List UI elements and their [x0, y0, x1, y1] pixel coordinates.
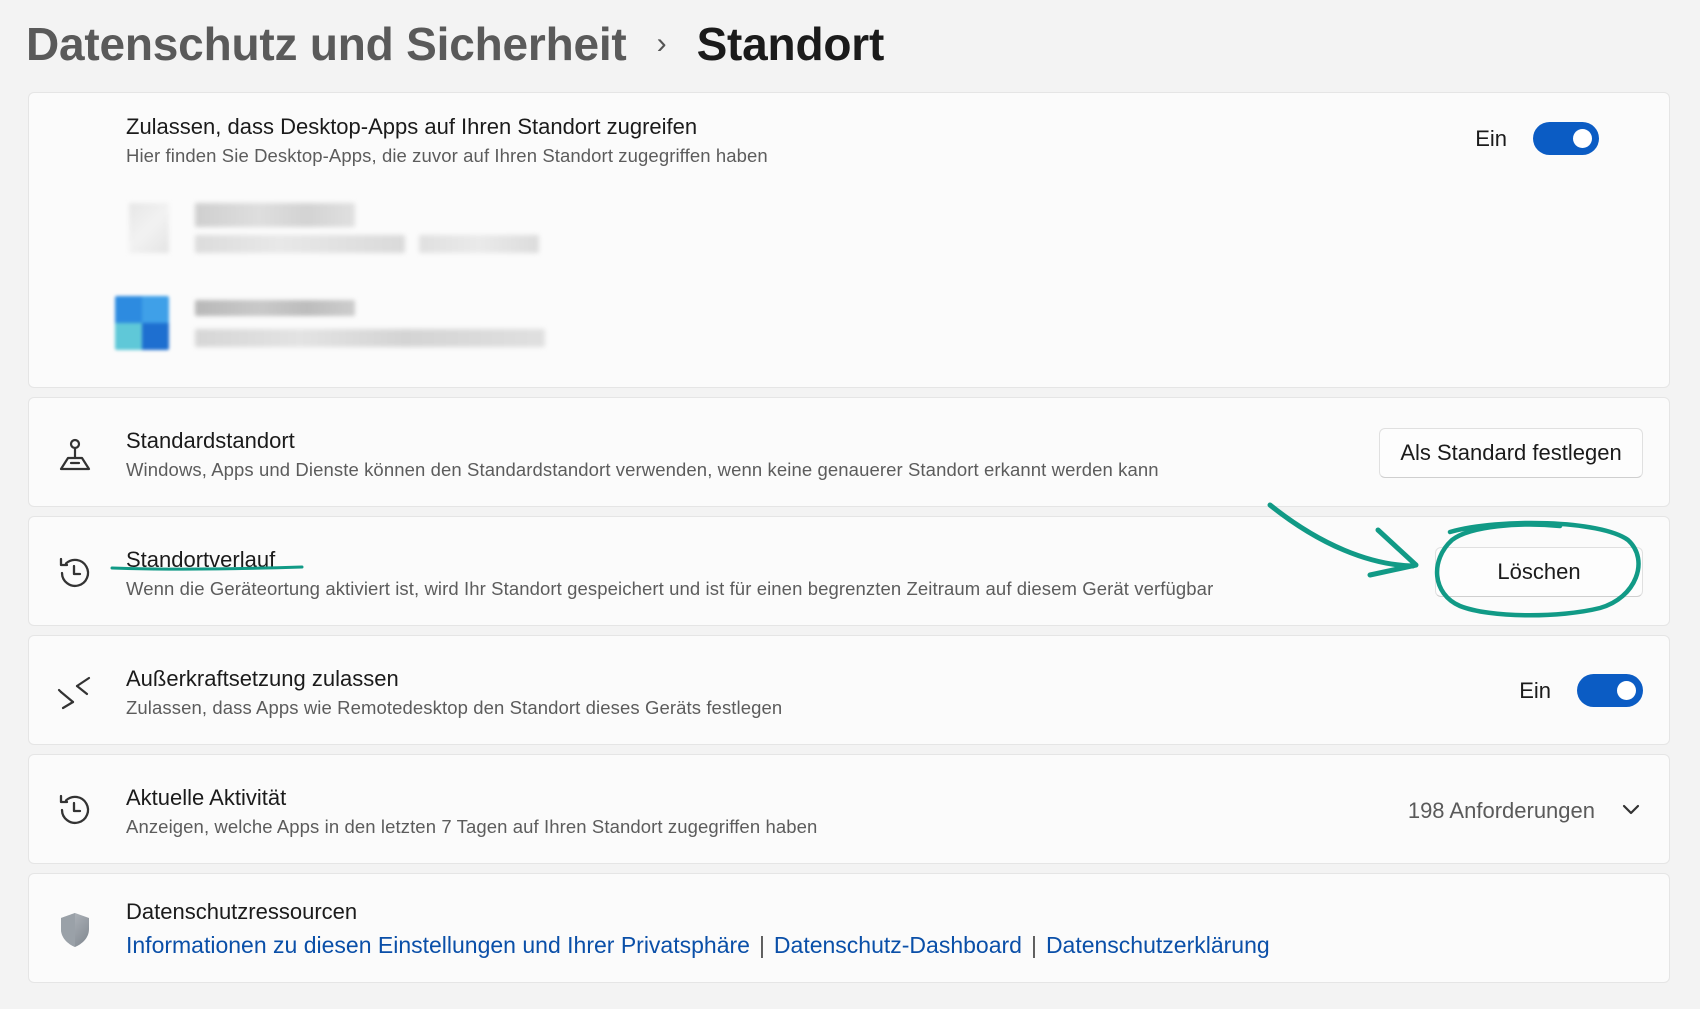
desktop-apps-toggle[interactable] [1533, 122, 1599, 155]
privacy-statement-link[interactable]: Datenschutzerklärung [1046, 932, 1270, 959]
privacy-dashboard-link[interactable]: Datenschutz-Dashboard [774, 932, 1022, 959]
override-toggle[interactable] [1577, 674, 1643, 707]
breadcrumb: Datenschutz und Sicherheit › Standort [26, 14, 884, 74]
toggle-knob [1617, 681, 1636, 700]
location-history-title: Standortverlauf [126, 547, 276, 572]
blurred-app-name [195, 203, 355, 227]
page-title: Standort [696, 18, 885, 70]
recent-activity-description: Anzeigen, welche Apps in den letzten 7 T… [126, 816, 818, 837]
override-toggle-group: Ein [1519, 674, 1643, 707]
privacy-info-link[interactable]: Informationen zu diesen Einstellungen un… [126, 932, 750, 959]
blurred-app-name [195, 300, 355, 316]
chevron-down-icon[interactable] [1619, 797, 1643, 821]
recent-activity-title: Aktuelle Aktivität [126, 785, 287, 810]
remote-arrows-icon [55, 672, 95, 712]
link-separator: | [1030, 932, 1037, 958]
desktop-apps-toggle-group: Ein [1475, 122, 1599, 155]
location-history-card: Standortverlauf Wenn die Geräteortung ak… [28, 516, 1670, 626]
override-card: Außerkraftsetzung zulassen Zulassen, das… [28, 635, 1670, 745]
default-location-title: Standardstandort [126, 428, 295, 453]
desktop-apps-description: Hier finden Sie Desktop-Apps, die zuvor … [126, 145, 768, 166]
desktop-apps-card: Zulassen, dass Desktop-Apps auf Ihren St… [28, 92, 1670, 388]
blurred-app-detail [195, 235, 405, 253]
blurred-app-detail [195, 329, 545, 347]
blurred-app-detail [419, 235, 539, 253]
desktop-apps-toggle-label: Ein [1475, 125, 1507, 151]
person-pin-icon [55, 436, 95, 476]
breadcrumb-chevron-icon: › [656, 27, 667, 60]
blurred-app-icon [129, 203, 169, 253]
recent-activity-card[interactable]: Aktuelle Aktivität Anzeigen, welche Apps… [28, 754, 1670, 864]
location-history-description: Wenn die Geräteortung aktiviert ist, wir… [126, 578, 1214, 599]
override-title: Außerkraftsetzung zulassen [126, 666, 399, 691]
clear-history-button[interactable]: Löschen [1435, 547, 1643, 597]
blurred-app-icon [115, 296, 169, 350]
default-location-card: Standardstandort Windows, Apps und Diens… [28, 397, 1670, 507]
toggle-knob [1573, 129, 1592, 148]
set-default-button[interactable]: Als Standard festlegen [1379, 428, 1643, 478]
override-toggle-label: Ein [1519, 677, 1551, 703]
default-location-description: Windows, Apps und Dienste können den Sta… [126, 459, 1159, 480]
history-icon [55, 790, 95, 830]
desktop-apps-title: Zulassen, dass Desktop-Apps auf Ihren St… [126, 114, 698, 139]
override-description: Zulassen, dass Apps wie Remotedesktop de… [126, 697, 783, 718]
privacy-links: Informationen zu diesen Einstellungen un… [126, 932, 1270, 959]
shield-icon [55, 910, 95, 950]
privacy-resources-card: Datenschutzressourcen Informationen zu d… [28, 873, 1670, 983]
history-icon [55, 553, 95, 593]
link-separator: | [758, 932, 765, 958]
request-count: 198 Anforderungen [1407, 798, 1595, 823]
privacy-resources-title: Datenschutzressourcen [126, 899, 358, 924]
settings-page: Datenschutz und Sicherheit › Standort Zu… [0, 0, 1700, 1009]
breadcrumb-parent[interactable]: Datenschutz und Sicherheit [26, 17, 627, 71]
